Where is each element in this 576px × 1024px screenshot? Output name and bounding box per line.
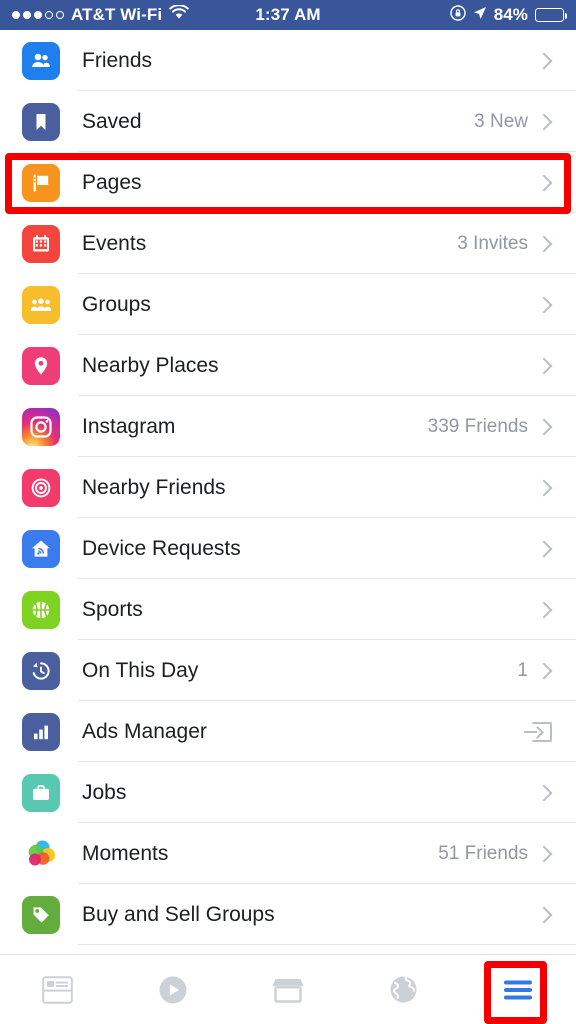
bookmark-icon bbox=[22, 102, 60, 141]
notifications-tab[interactable] bbox=[346, 955, 461, 1024]
menu-item-meta: 3 New bbox=[474, 110, 528, 132]
menu-list[interactable]: Friends Saved 3 New Pages Events 3 Invit… bbox=[0, 30, 576, 954]
chevron-right-icon bbox=[535, 784, 553, 801]
menu-item-pages[interactable]: Pages bbox=[0, 152, 576, 213]
chevron-right-icon bbox=[535, 174, 553, 191]
chevron-right-icon bbox=[535, 540, 553, 557]
menu-item-friends[interactable]: Friends bbox=[0, 30, 576, 91]
hamburger-menu-icon bbox=[502, 978, 534, 1002]
menu-item-instagram[interactable]: Instagram 339 Friends bbox=[0, 396, 576, 457]
signal-strength-icon bbox=[12, 11, 64, 19]
globe-icon bbox=[389, 975, 418, 1004]
battery-percent-label: 84% bbox=[493, 5, 529, 24]
bottom-tab-bar[interactable] bbox=[0, 954, 576, 1024]
clock-rewind-icon bbox=[22, 651, 60, 690]
sports-ball-icon bbox=[22, 590, 60, 629]
bar-chart-icon bbox=[22, 712, 60, 751]
facebook-app-screen: AT&T Wi-Fi 1:37 AM 84% Friends Saved 3 N… bbox=[0, 0, 576, 1024]
marketplace-tab[interactable] bbox=[230, 955, 345, 1024]
menu-item-label: Groups bbox=[82, 292, 151, 316]
menu-item-label: Ads Manager bbox=[82, 719, 207, 743]
menu-item-on-this-day[interactable]: On This Day 1 bbox=[0, 640, 576, 701]
device-request-icon bbox=[22, 529, 60, 568]
calendar-icon bbox=[22, 224, 60, 263]
menu-item-sports[interactable]: Sports bbox=[0, 579, 576, 640]
chevron-right-icon bbox=[535, 296, 553, 313]
menu-item-nearby-friends[interactable]: Nearby Friends bbox=[0, 457, 576, 518]
menu-item-meta: 1 bbox=[517, 659, 528, 681]
status-bar-right: 84% bbox=[321, 4, 568, 26]
menu-item-label: Jobs bbox=[82, 780, 127, 804]
menu-item-device-requests[interactable]: Device Requests bbox=[0, 518, 576, 579]
map-pin-icon bbox=[22, 346, 60, 385]
menu-item-moments[interactable]: Moments 51 Friends bbox=[0, 823, 576, 884]
chevron-right-icon bbox=[535, 418, 553, 435]
chevron-right-icon bbox=[535, 662, 553, 679]
chevron-right-icon bbox=[535, 113, 553, 130]
carrier-label: AT&T Wi-Fi bbox=[71, 5, 163, 24]
menu-item-label: Device Requests bbox=[82, 536, 241, 560]
instagram-icon bbox=[22, 407, 60, 446]
news-feed-tab[interactable] bbox=[0, 955, 115, 1024]
menu-item-label: Saved bbox=[82, 109, 142, 133]
battery-icon bbox=[535, 8, 568, 22]
chevron-right-icon bbox=[535, 52, 553, 69]
watch-tab[interactable] bbox=[115, 955, 230, 1024]
menu-item-buy-and-sell-groups[interactable]: Buy and Sell Groups bbox=[0, 884, 576, 945]
location-arrow-icon bbox=[473, 5, 487, 25]
rotation-lock-icon bbox=[449, 4, 466, 26]
menu-item-label: Nearby Friends bbox=[82, 475, 226, 499]
menu-item-groups[interactable]: Groups bbox=[0, 274, 576, 335]
groups-icon bbox=[22, 285, 60, 324]
moments-icon bbox=[22, 835, 60, 873]
menu-tab[interactable] bbox=[461, 955, 576, 1024]
chevron-right-icon bbox=[535, 357, 553, 374]
menu-item-saved[interactable]: Saved 3 New bbox=[0, 91, 576, 152]
nearby-friends-icon bbox=[22, 468, 60, 507]
menu-item-jobs[interactable]: Jobs bbox=[0, 762, 576, 823]
chevron-right-icon bbox=[535, 906, 553, 923]
chevron-right-icon bbox=[535, 235, 553, 252]
briefcase-icon bbox=[22, 773, 60, 812]
status-bar-center: 1:37 AM bbox=[255, 5, 320, 25]
status-bar-left: AT&T Wi-Fi bbox=[12, 4, 255, 25]
menu-item-label: Pages bbox=[82, 170, 142, 194]
menu-item-label: Sports bbox=[82, 597, 143, 621]
chevron-right-icon bbox=[535, 479, 553, 496]
menu-item-meta: 3 Invites bbox=[457, 232, 528, 254]
wifi-icon bbox=[169, 4, 189, 25]
menu-item-label: On This Day bbox=[82, 658, 199, 682]
storefront-icon bbox=[272, 976, 304, 1004]
menu-item-label: Moments bbox=[82, 841, 169, 865]
menu-item-label: Friends bbox=[82, 48, 153, 72]
news-feed-icon bbox=[42, 975, 73, 1004]
chevron-right-icon bbox=[535, 845, 553, 862]
menu-item-label: Buy and Sell Groups bbox=[82, 902, 275, 926]
status-bar: AT&T Wi-Fi 1:37 AM 84% bbox=[0, 0, 576, 30]
menu-item-label: Events bbox=[82, 231, 147, 255]
menu-item-label: Nearby Places bbox=[82, 353, 219, 377]
menu-item-label: Instagram bbox=[82, 414, 176, 438]
menu-item-meta: 51 Friends bbox=[438, 842, 528, 864]
menu-item-ads-manager[interactable]: Ads Manager bbox=[0, 701, 576, 762]
play-circle-icon bbox=[158, 975, 188, 1005]
friends-icon bbox=[22, 41, 60, 80]
chevron-right-icon bbox=[535, 601, 553, 618]
menu-item-nearby-places[interactable]: Nearby Places bbox=[0, 335, 576, 396]
external-link-icon bbox=[524, 721, 552, 742]
menu-item-meta: 339 Friends bbox=[427, 415, 528, 437]
price-tag-icon bbox=[22, 895, 60, 934]
flag-icon bbox=[22, 163, 60, 202]
clock-label: 1:37 AM bbox=[255, 5, 321, 24]
menu-item-events[interactable]: Events 3 Invites bbox=[0, 213, 576, 274]
